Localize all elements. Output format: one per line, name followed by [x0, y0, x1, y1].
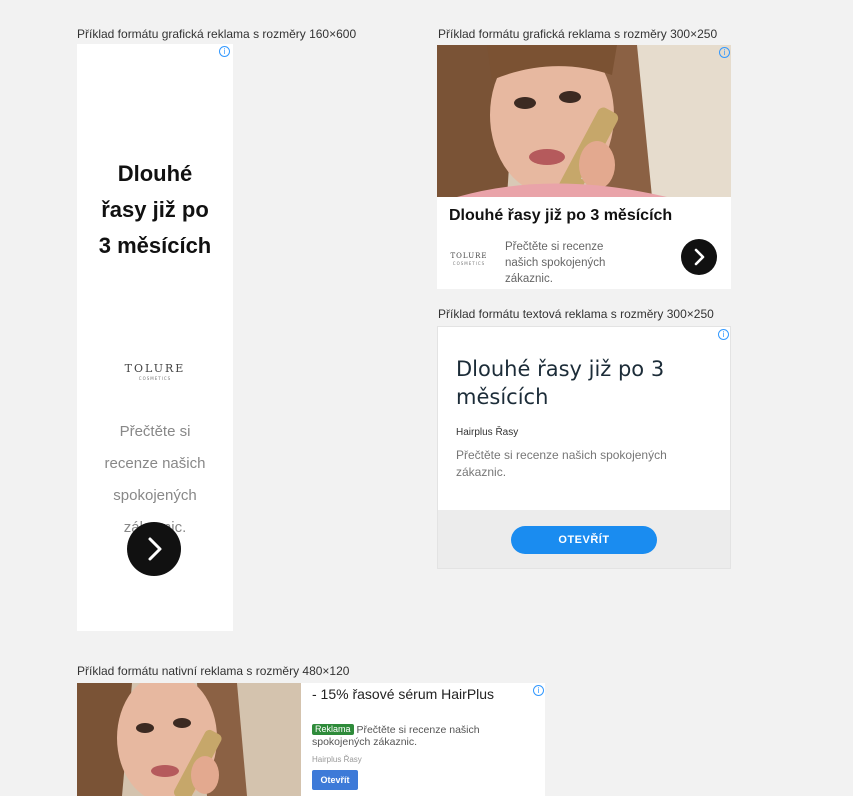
- logo-subtext: COSMETICS: [138, 376, 172, 381]
- info-icon[interactable]: i: [718, 329, 729, 340]
- caption-native: Příklad formátu nativní reklama s rozměr…: [77, 664, 350, 678]
- ad-description-block: Reklama Přečtěte si recenze našich spoko…: [312, 724, 532, 748]
- description-line: Přečtěte si: [119, 423, 191, 440]
- advertiser-name: Hairplus Řasy: [312, 755, 362, 764]
- text-ad[interactable]: i Dlouhé řasy již po 3 měsících Hairplus…: [437, 326, 731, 569]
- headline-line: Dlouhé: [117, 161, 193, 186]
- ad-photo: [77, 683, 301, 796]
- skyscraper-ad[interactable]: i Dlouhé řasy již po 3 měsících TOLURE C…: [77, 44, 233, 631]
- ad-description: Přečtěte si recenze našich spokojených z…: [505, 241, 606, 285]
- ad-photo: [437, 45, 731, 197]
- info-icon[interactable]: i: [219, 46, 230, 57]
- headline-line: řasy již po: [101, 197, 209, 222]
- caption-skyscraper: Příklad formátu grafická reklama s rozmě…: [77, 27, 357, 41]
- info-icon[interactable]: i: [533, 685, 544, 696]
- caption-rectangle: Příklad formátu grafická reklama s rozmě…: [438, 27, 718, 41]
- ad-footer: OTEVŘÍT: [438, 510, 730, 568]
- ad-headline: Dlouhé řasy již po 3 měsících: [449, 207, 673, 224]
- next-button[interactable]: [127, 522, 181, 576]
- native-ad[interactable]: i - 15% řasové sérum HairPlus Reklama Př…: [77, 683, 545, 796]
- description-line: recenze našich: [104, 455, 206, 472]
- brand-logo: TOLURE COSMETICS: [77, 362, 233, 381]
- advertiser-name: Hairplus Řasy: [456, 427, 519, 438]
- ad-title[interactable]: - 15% řasové sérum HairPlus: [312, 686, 512, 703]
- next-button[interactable]: [681, 239, 717, 275]
- chevron-right-icon: [694, 248, 705, 266]
- ad-badge: Reklama: [312, 724, 354, 735]
- ad-headline: Dlouhé řasy již po 3 měsících: [77, 156, 233, 264]
- description-line: spokojených: [113, 487, 197, 504]
- open-button[interactable]: Otevřít: [312, 770, 358, 790]
- brand-logo: TOLURE COSMETICS: [449, 252, 489, 266]
- ad-description: Přečtěte si recenze našich spokojených z…: [456, 448, 667, 479]
- logo-text: TOLURE: [124, 362, 186, 375]
- headline-line: 3 měsících: [98, 233, 212, 258]
- caption-text: Příklad formátu textová reklama s rozměr…: [438, 307, 714, 321]
- logo-text: TOLURE: [450, 252, 488, 260]
- ad-headline[interactable]: Dlouhé řasy již po 3 měsících: [456, 355, 716, 411]
- info-icon[interactable]: i: [719, 47, 730, 58]
- chevron-right-icon: [148, 537, 162, 561]
- rectangle-ad[interactable]: i Dlouhé řasy již po 3 měsících TOLURE C…: [437, 45, 731, 289]
- open-button[interactable]: OTEVŘÍT: [511, 526, 657, 554]
- woman-photo-icon: [77, 683, 301, 796]
- woman-photo-icon: [437, 45, 731, 197]
- logo-subtext: COSMETICS: [452, 261, 486, 266]
